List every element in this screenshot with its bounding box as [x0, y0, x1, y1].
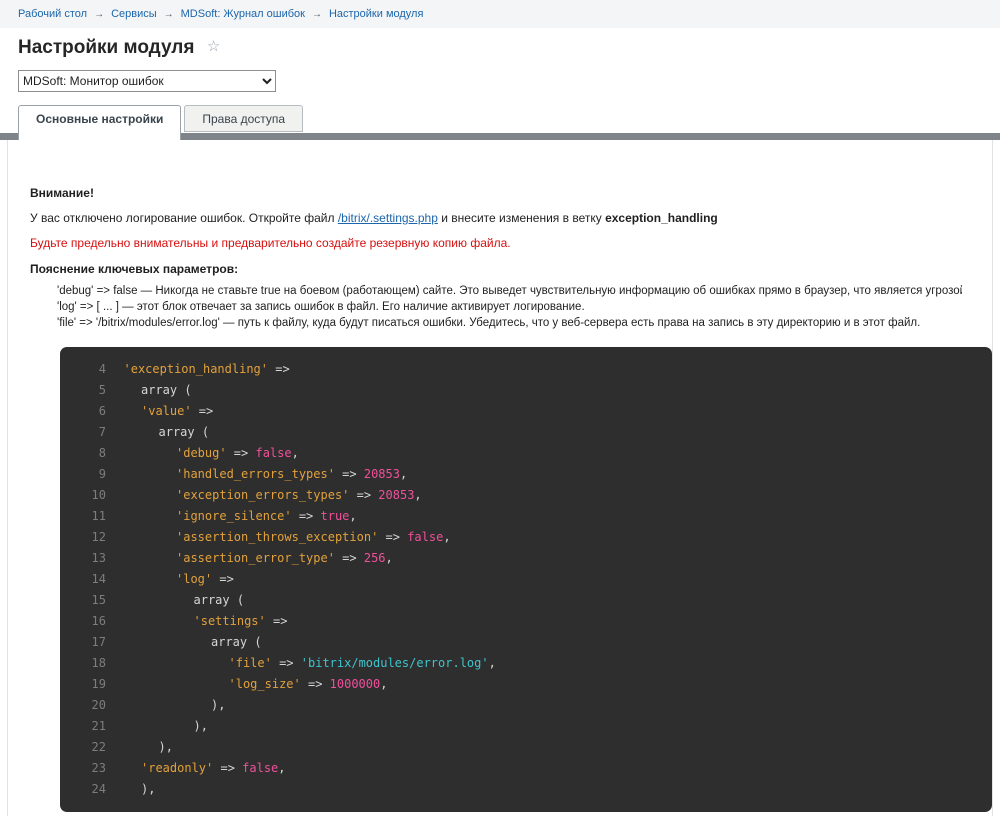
- code-text: 'value' =>: [141, 404, 214, 418]
- line-number: 4: [98, 362, 106, 376]
- module-select[interactable]: MDSoft: Монитор ошибок: [18, 70, 276, 92]
- line-number: 9: [98, 467, 106, 481]
- line-number: 24: [91, 782, 106, 796]
- line-number: 12: [91, 530, 106, 544]
- line-number: 6: [98, 404, 106, 418]
- code-line: 17 array (: [76, 632, 976, 653]
- line-number: 10: [91, 488, 106, 502]
- page-title: Настройки модуля: [18, 37, 195, 58]
- code-line: 21),: [76, 716, 976, 737]
- code-line: 6 'value' =>: [76, 401, 976, 422]
- code-lines: 4 'exception_handling' => 5 array ( 6 'value'…: [76, 359, 976, 800]
- code-text: 'debug' => false,: [176, 446, 299, 460]
- notice: Внимание! У вас отключено логирование ош…: [30, 186, 962, 330]
- code-block: 4 'exception_handling' => 5 array ( 6 'value'…: [60, 347, 992, 812]
- breadcrumb-item[interactable]: Рабочий стол: [18, 8, 87, 20]
- code-line: 9 'handled_errors_types' => 20853,: [76, 464, 976, 485]
- line-number: 13: [91, 551, 106, 565]
- code-text: 'handled_errors_types' => 20853,: [176, 467, 408, 481]
- code-line: 20),: [76, 695, 976, 716]
- code-text: 'log_size' => 1000000,: [228, 677, 388, 691]
- param-bullet: 'debug' => false — Никогда не ставьте tr…: [57, 284, 962, 298]
- breadcrumb-separator-icon: →: [163, 9, 174, 20]
- breadcrumb-bar: Рабочий стол → Сервисы → MDSoft: Журнал ошиб…: [0, 0, 1000, 28]
- line-number: 20: [91, 698, 106, 712]
- line-number: 11: [91, 509, 106, 523]
- tab-main-settings[interactable]: Основные настройки: [18, 105, 182, 140]
- code-line: 5 array (: [76, 380, 976, 401]
- module-select-row: MDSoft: Монитор ошибок: [0, 66, 1000, 92]
- code-text: 'ignore_silence' => true,: [176, 509, 357, 523]
- code-text: ),: [141, 782, 156, 796]
- code-text: array (: [211, 635, 262, 649]
- line-number: 14: [91, 572, 106, 586]
- line-number: 21: [91, 719, 106, 733]
- notice-text-prefix: У вас отключено логирование ошибок. Откр…: [30, 211, 338, 225]
- notice-branch-name: exception_handling: [605, 211, 718, 225]
- code-line: 13 'assertion_error_type' => 256,: [76, 548, 976, 569]
- tab-access-rights[interactable]: Права доступа: [184, 105, 304, 132]
- line-number: 22: [91, 740, 106, 754]
- code-line: 23 'readonly' => false,: [76, 758, 976, 779]
- code-text: ),: [193, 719, 208, 733]
- code-text: 'assertion_throws_exception' => false,: [176, 530, 451, 544]
- favorite-star-icon[interactable]: ☆: [207, 38, 220, 55]
- code-text: 'exception_handling' =>: [123, 362, 290, 376]
- line-number: 15: [91, 593, 106, 607]
- code-text: array (: [193, 593, 245, 607]
- code-line: 7 array (: [76, 422, 976, 443]
- code-text: 'file' => 'bitrix/modules/error.log',: [228, 656, 496, 670]
- param-bullet: 'file' => '/bitrix/modules/error.log' — …: [57, 316, 962, 330]
- code-line: 14 'log' =>: [76, 569, 976, 590]
- code-text: 'readonly' => false,: [141, 761, 286, 775]
- breadcrumb: Рабочий стол → Сервисы → MDSoft: Журнал ошиб…: [18, 8, 430, 20]
- line-number: 16: [91, 614, 106, 628]
- params-heading: Пояснение ключевых параметров:: [30, 262, 239, 276]
- code-text: 'exception_errors_types' => 20853,: [176, 488, 422, 502]
- notice-text-middle: и внесите изменения в ветку: [437, 211, 606, 225]
- breadcrumb-separator-icon: →: [311, 9, 322, 20]
- code-text: ),: [158, 740, 173, 754]
- line-number: 7: [98, 425, 106, 439]
- code-line: 10 'exception_errors_types' => 20853,: [76, 485, 976, 506]
- code-text: ),: [211, 698, 226, 712]
- code-line: 12 'assertion_throws_exception' => false,: [76, 527, 976, 548]
- settings-panel: Внимание! У вас отключено логирование ош…: [7, 140, 993, 816]
- line-number: 18: [91, 656, 106, 670]
- notice-heading: Внимание!: [30, 186, 94, 200]
- code-line: 11 'ignore_silence' => true,: [76, 506, 976, 527]
- code-text: array (: [141, 383, 192, 397]
- line-number: 8: [98, 446, 106, 460]
- code-line: 4 'exception_handling' =>: [76, 359, 976, 380]
- code-line: 16 'settings' =>: [76, 611, 976, 632]
- page-header: Настройки модуля ☆: [0, 28, 1000, 66]
- code-line: 19 'log_size' => 1000000,: [76, 674, 976, 695]
- breadcrumb-item[interactable]: Сервисы: [111, 8, 157, 20]
- code-line: 22),: [76, 737, 976, 758]
- caution-text: Будьте предельно внимательны и предварит…: [30, 236, 511, 250]
- breadcrumb-item[interactable]: Настройки модуля: [329, 8, 423, 20]
- code-text: array (: [158, 425, 210, 439]
- param-bullet: 'log' => [ ... ] — этот блок отвечает за…: [57, 300, 962, 314]
- line-number: 23: [91, 761, 106, 775]
- tabs: Основные настройки Права доступа: [0, 105, 1000, 140]
- params-list: 'debug' => false — Никогда не ставьте tr…: [30, 284, 962, 330]
- code-line: 18 'file' => 'bitrix/modules/error.log',: [76, 653, 976, 674]
- code-line: 8 'debug' => false,: [76, 443, 976, 464]
- line-number: 5: [98, 383, 106, 397]
- settings-file-link[interactable]: /bitrix/.settings.php: [338, 211, 438, 225]
- code-line: 24),: [76, 779, 976, 800]
- code-text: 'assertion_error_type' => 256,: [176, 551, 393, 565]
- breadcrumb-item[interactable]: MDSoft: Журнал ошибок: [181, 8, 305, 20]
- code-text: 'log' =>: [176, 572, 234, 586]
- breadcrumb-separator-icon: →: [94, 9, 105, 20]
- code-line: 15 array (: [76, 590, 976, 611]
- line-number: 17: [91, 635, 106, 649]
- line-number: 19: [91, 677, 106, 691]
- code-text: 'settings' =>: [193, 614, 288, 628]
- notice-line: У вас отключено логирование ошибок. Откр…: [30, 211, 962, 225]
